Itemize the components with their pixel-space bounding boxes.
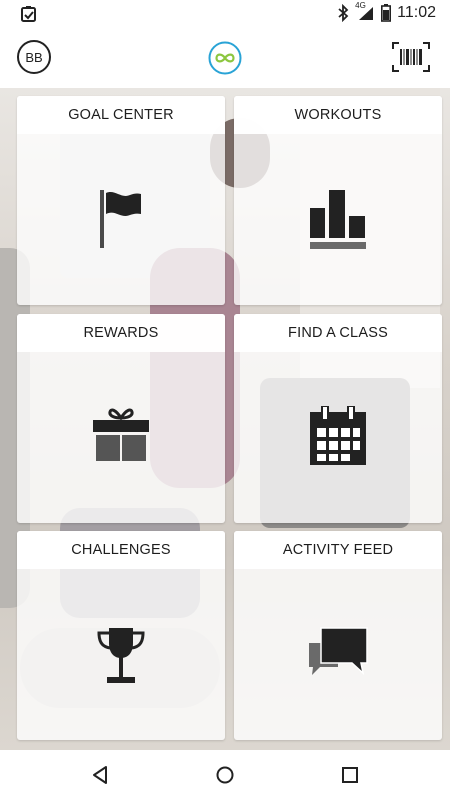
battery-icon <box>381 4 392 22</box>
tile-activity-feed[interactable]: ACTIVITY FEED <box>234 531 442 740</box>
tile-workouts-label: WORKOUTS <box>234 96 442 134</box>
trophy-icon <box>97 628 145 683</box>
chat-bubbles-icon <box>309 627 368 676</box>
status-bar: 4G 11:02 <box>0 0 450 26</box>
status-time: 11:02 <box>397 4 436 21</box>
tile-goal-center-label: GOAL CENTER <box>17 96 225 134</box>
tile-challenges-label: CHALLENGES <box>17 531 225 569</box>
recents-icon[interactable] <box>338 763 362 787</box>
tile-goal-center[interactable]: GOAL CENTER <box>17 96 225 305</box>
bar-chart-icon <box>310 190 366 249</box>
tile-activity-feed-label: ACTIVITY FEED <box>234 531 442 569</box>
bluetooth-icon <box>338 4 349 22</box>
back-icon[interactable] <box>88 763 112 787</box>
tile-challenges[interactable]: CHALLENGES <box>17 531 225 740</box>
barcode-scan-icon[interactable] <box>392 42 430 72</box>
flag-icon <box>100 190 141 248</box>
calendar-icon <box>310 406 366 465</box>
system-nav-bar <box>0 750 450 800</box>
tile-find-a-class[interactable]: FIND A CLASS <box>234 314 442 523</box>
tile-find-a-class-label: FIND A CLASS <box>234 314 442 352</box>
avatar-initials: BB <box>25 49 43 65</box>
avatar-button[interactable]: BB <box>17 40 51 74</box>
tile-workouts[interactable]: WORKOUTS <box>234 96 442 305</box>
tile-rewards-label: REWARDS <box>17 314 225 352</box>
infinity-logo-icon[interactable] <box>208 41 242 75</box>
status-icons: 4G 11:02 <box>337 1 436 23</box>
task-check-icon <box>21 6 36 22</box>
home-icon[interactable] <box>213 763 237 787</box>
tile-rewards[interactable]: REWARDS <box>17 314 225 523</box>
signal-icon: 4G <box>355 1 375 22</box>
gift-icon <box>93 408 149 461</box>
app-bar: BB <box>0 26 450 88</box>
